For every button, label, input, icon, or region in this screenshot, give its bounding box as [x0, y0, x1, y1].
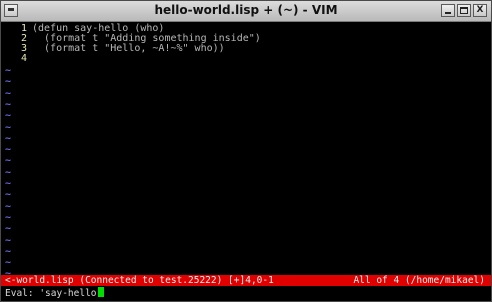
- empty-line-marker: ~: [5, 234, 12, 246]
- empty-line-marker: ~: [5, 121, 12, 133]
- status-left: <-world.lisp (Connected to test.25222) […: [5, 275, 274, 286]
- empty-line-marker: ~: [5, 245, 12, 257]
- command-text: Eval: 'say-hello: [5, 288, 97, 299]
- close-button[interactable]: X: [473, 4, 487, 17]
- empty-line-marker: ~: [5, 110, 12, 122]
- empty-line-marker: ~: [5, 200, 12, 212]
- empty-line-marker: ~: [5, 166, 12, 178]
- maximize-button[interactable]: [457, 4, 471, 17]
- empty-line-marker: ~: [5, 189, 12, 201]
- minimize-icon: [445, 12, 451, 14]
- empty-line-marker: ~: [5, 257, 12, 269]
- empty-line-marker: ~: [5, 144, 12, 156]
- status-right: All of 4 (/home/mikael): [353, 275, 485, 286]
- status-line: <-world.lisp (Connected to test.25222) […: [1, 275, 491, 286]
- editor-area[interactable]: 1 (defun say-hello (who) 2 (format t "Add…: [1, 22, 491, 301]
- line-text: (format t "Hello, ~A!~%" who)): [32, 43, 225, 54]
- minimize-button[interactable]: [441, 4, 455, 17]
- cursor: [97, 287, 104, 297]
- title-bar[interactable]: hello-world.lisp + (~) - VIM X: [1, 1, 491, 22]
- empty-line-marker: ~: [5, 65, 12, 76]
- empty-line-marker: ~: [5, 155, 12, 167]
- vim-window: hello-world.lisp + (~) - VIM X 1 (defun s…: [0, 0, 492, 302]
- empty-line-marker: ~: [5, 132, 12, 144]
- command-line[interactable]: Eval: 'say-hello: [5, 287, 104, 299]
- empty-line-marker: ~: [5, 87, 12, 99]
- empty-line-marker: ~: [5, 223, 12, 235]
- empty-line-marker: ~: [5, 98, 12, 110]
- code-line[interactable]: 3 (format t "Hello, ~A!~%" who)): [5, 44, 225, 54]
- code-line[interactable]: 4: [5, 54, 32, 64]
- empty-line-marker: ~: [5, 76, 12, 88]
- window-title: hello-world.lisp + (~) - VIM: [154, 3, 338, 17]
- empty-line-marker: ~: [5, 178, 12, 189]
- empty-line-marker: ~: [5, 211, 12, 223]
- line-number: 4: [20, 53, 27, 64]
- maximize-icon: [460, 7, 468, 14]
